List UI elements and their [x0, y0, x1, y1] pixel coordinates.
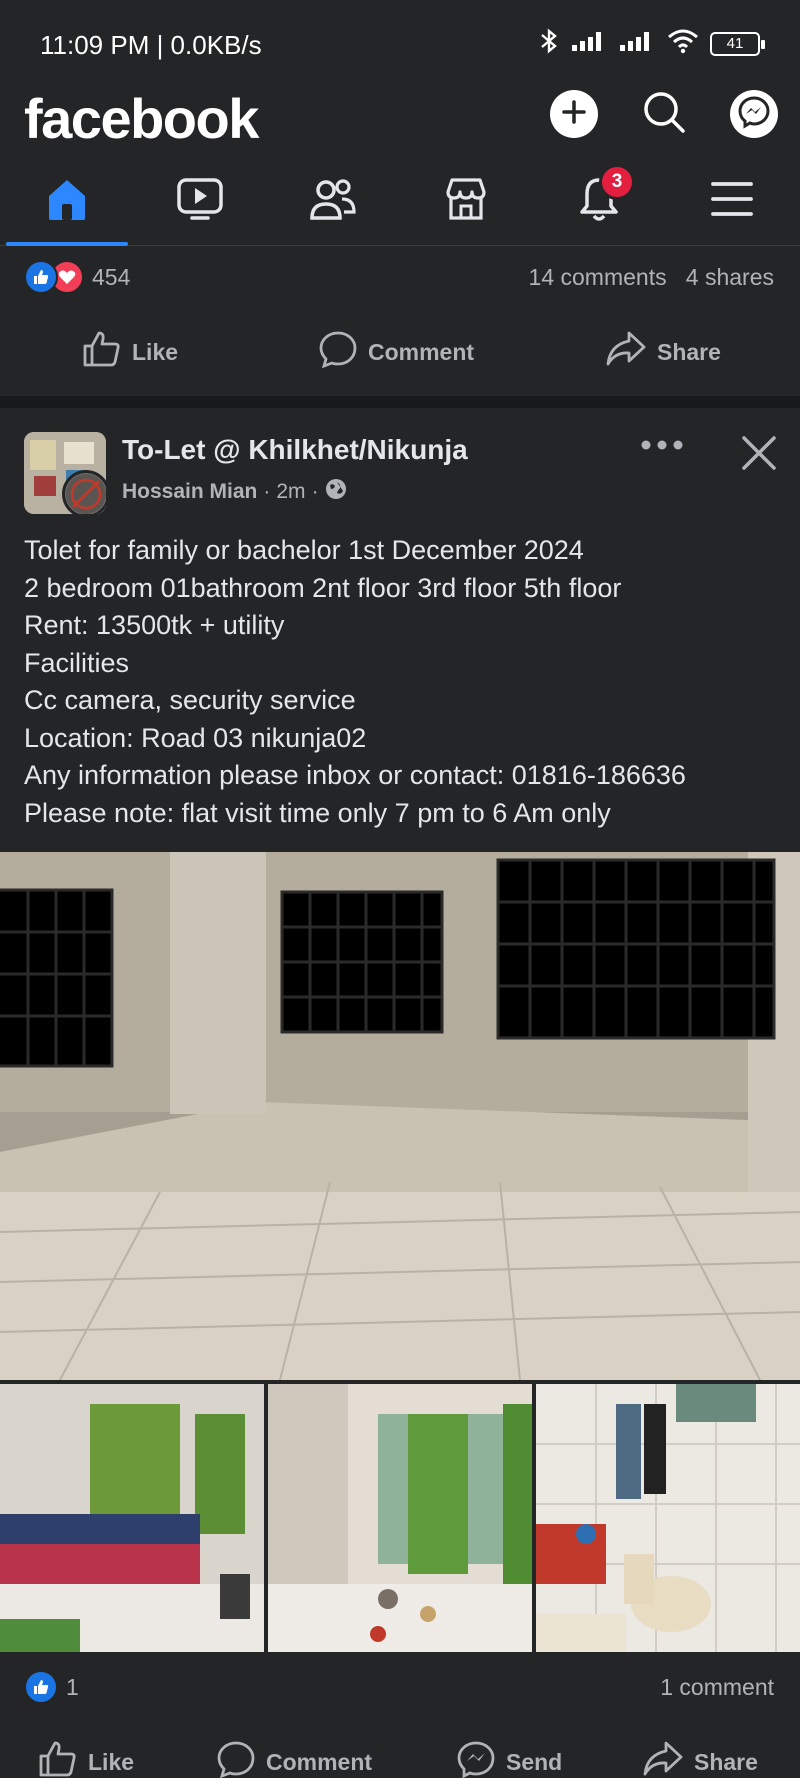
author-avatar[interactable] — [62, 470, 106, 514]
wifi-icon — [666, 28, 700, 59]
post-header: To-Let @ Khilkhet/Nikunja Hossain Mian ·… — [0, 420, 800, 520]
status-icons: 41 — [538, 28, 765, 59]
like-label: Like — [132, 338, 179, 365]
more-icon — [640, 438, 684, 455]
post-line: Please note: flat visit time only 7 pm t… — [24, 797, 611, 828]
tab-home[interactable] — [37, 176, 97, 226]
group-name[interactable]: To-Let @ Khilkhet/Nikunja — [122, 434, 468, 466]
home-icon — [43, 176, 91, 227]
share-button[interactable]: Share — [605, 330, 721, 374]
group-avatar[interactable] — [24, 432, 106, 514]
signal-icon — [570, 29, 608, 58]
share-label: Share — [694, 1748, 758, 1775]
search-icon — [641, 89, 687, 140]
post-like-button[interactable]: Like — [38, 1740, 134, 1778]
prev-post-stats: 454 14 comments 4 shares — [0, 258, 800, 298]
post-line: Rent: 13500tk + utility — [24, 610, 285, 640]
comment-label: Comment — [368, 338, 475, 365]
like-icon — [82, 330, 122, 374]
share-icon — [605, 330, 647, 374]
meta-separator: · — [263, 480, 271, 503]
post-reaction-count: 1 — [66, 1673, 79, 1700]
reaction-count: 454 — [92, 263, 131, 290]
post-send-button[interactable]: Send — [456, 1740, 562, 1778]
tab-friends[interactable] — [303, 176, 363, 226]
post-reaction-summary[interactable]: 1 — [24, 1670, 79, 1704]
marketplace-icon — [442, 176, 490, 227]
post-photo-main[interactable] — [0, 852, 800, 1380]
notification-badge: 3 — [599, 164, 635, 200]
post-actions: Like Comment Send Share — [0, 1740, 800, 1778]
feed-divider — [0, 396, 800, 408]
comment-button[interactable]: Comment — [318, 330, 474, 374]
friends-icon — [308, 176, 358, 227]
post-line: Location: Road 03 nikunja02 — [24, 722, 367, 753]
messenger-button[interactable] — [730, 90, 778, 138]
bluetooth-icon — [538, 28, 560, 59]
plus-icon — [561, 99, 587, 130]
reaction-summary[interactable]: 454 — [24, 260, 130, 294]
active-tab-indicator — [6, 242, 128, 246]
post-line: 2 bedroom 01bathroom 2nt floor 3rd floor… — [24, 572, 622, 603]
like-reaction-icon — [24, 260, 58, 294]
post-photo-thumb-2[interactable] — [268, 1384, 532, 1652]
share-icon — [642, 1740, 684, 1778]
search-button[interactable] — [640, 90, 688, 138]
post-line: Tolet for family or bachelor 1st Decembe… — [24, 535, 584, 565]
menu-icon — [710, 179, 754, 224]
like-button[interactable]: Like — [82, 330, 178, 374]
comment-icon — [318, 330, 358, 374]
header-actions — [550, 90, 778, 138]
post-photo-thumb-3[interactable] — [536, 1384, 800, 1652]
share-label: Share — [657, 338, 721, 365]
prev-post-actions: Like Comment Share — [0, 322, 800, 388]
messenger-icon — [737, 95, 771, 134]
comment-label: Comment — [266, 1748, 373, 1775]
shares-count[interactable]: 4 shares — [686, 264, 774, 290]
post-text: Tolet for family or bachelor 1st Decembe… — [24, 532, 784, 832]
post-share-button[interactable]: Share — [642, 1740, 758, 1778]
tab-notifications[interactable]: 3 — [569, 164, 635, 226]
facebook-logo: facebook — [24, 87, 259, 150]
post-photo-thumb-1[interactable] — [0, 1384, 264, 1652]
tab-video[interactable] — [170, 176, 230, 226]
meta-separator-2: · — [311, 480, 319, 503]
tab-menu[interactable] — [702, 176, 762, 226]
send-label: Send — [506, 1748, 563, 1775]
tab-marketplace[interactable] — [436, 176, 496, 226]
post-line: Any information please inbox or contact:… — [24, 760, 686, 790]
video-icon — [176, 176, 224, 227]
globe-icon — [325, 478, 347, 506]
like-label: Like — [88, 1748, 135, 1775]
post-line: Cc camera, security service — [24, 685, 356, 715]
comment-icon — [216, 1740, 256, 1778]
messenger-send-icon — [456, 1740, 496, 1778]
create-button[interactable] — [550, 90, 598, 138]
status-time: 11:09 PM | 0.0KB/s — [40, 30, 262, 60]
status-bar: 11:09 PM | 0.0KB/s 41 — [0, 0, 800, 86]
comments-count[interactable]: 14 comments — [529, 264, 667, 290]
post-stats: 1 1 comment — [0, 1668, 800, 1708]
post-meta: Hossain Mian · 2m · — [122, 478, 347, 506]
post-photo-grid — [0, 1384, 800, 1652]
comment-share-counts: 14 comments 4 shares — [529, 264, 774, 291]
hide-post-button[interactable] — [740, 434, 778, 477]
battery-indicator: 41 — [710, 31, 765, 56]
post-line: Facilities — [24, 647, 130, 678]
post-time[interactable]: 2m — [276, 480, 305, 504]
signal-icon-2 — [618, 29, 656, 58]
author-name[interactable]: Hossain Mian — [122, 480, 257, 504]
like-icon — [38, 1740, 78, 1778]
close-icon — [740, 436, 778, 476]
like-reaction-icon — [24, 1670, 58, 1704]
tab-bar: 3 — [0, 160, 800, 246]
post-comment-button[interactable]: Comment — [216, 1740, 372, 1778]
more-options-button[interactable] — [640, 438, 684, 456]
post-comments-count[interactable]: 1 comment — [660, 1674, 774, 1701]
